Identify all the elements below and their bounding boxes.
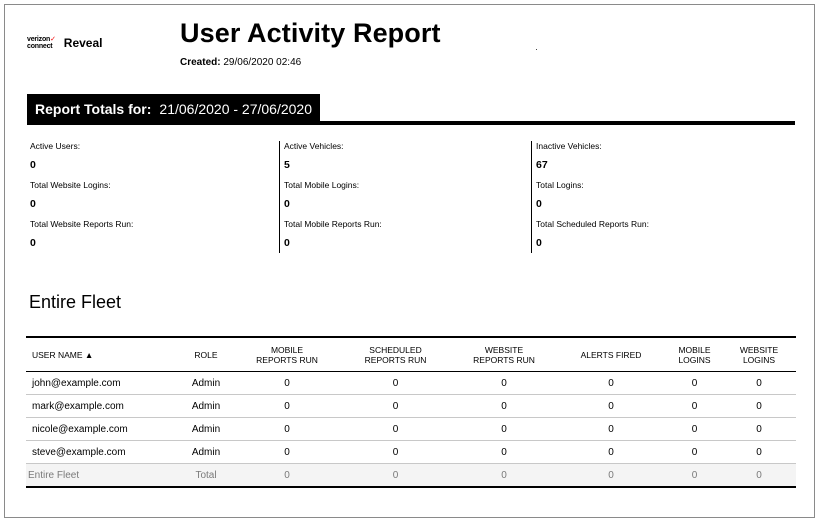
cell-role: Admin <box>176 440 236 464</box>
created-value: 29/06/2020 02:46 <box>223 57 302 68</box>
cell-alerts: 0 <box>555 394 667 418</box>
cell-role: Admin <box>176 417 236 441</box>
table-total-row: Entire Fleet Total 0 0 0 0 0 0 <box>26 463 796 488</box>
cell-mobile-reports: 0 <box>236 371 338 395</box>
cell-website-reports: 0 <box>453 440 555 464</box>
cell-mobile-reports: 0 <box>236 417 338 441</box>
table-row: john@example.com Admin 0 0 0 0 0 0 <box>26 371 796 395</box>
stat-value: 0 <box>536 198 542 210</box>
cell-user: steve@example.com <box>26 440 176 464</box>
cell-scheduled-reports: 0 <box>338 440 453 464</box>
column-header-scheduled-reports[interactable]: SCHEDULED REPORTS RUN <box>338 337 453 372</box>
totals-label: Report Totals for: <box>35 100 152 117</box>
stat-value: 0 <box>30 198 36 210</box>
column-header-role[interactable]: ROLE <box>176 337 236 372</box>
cell-website-reports: 0 <box>453 463 555 488</box>
section-title: Entire Fleet <box>29 292 122 312</box>
cell-mobile-logins: 0 <box>667 440 722 464</box>
cell-scheduled-reports: 0 <box>338 394 453 418</box>
cell-scheduled-reports: 0 <box>338 371 453 395</box>
stat-value: 0 <box>284 198 290 210</box>
column-header-mobile-reports[interactable]: MOBILE REPORTS RUN <box>236 337 338 372</box>
brand-line1: verizon <box>27 36 51 43</box>
stats-column-2: Active Vehicles: 5 Total Mobile Logins: … <box>279 141 382 253</box>
cell-scheduled-reports: 0 <box>338 463 453 488</box>
cell-user: Entire Fleet <box>26 463 176 488</box>
cell-website-reports: 0 <box>453 371 555 395</box>
brand-line2: connect <box>27 43 53 50</box>
cell-website-reports: 0 <box>453 417 555 441</box>
check-icon: ✓ <box>50 36 56 43</box>
totals-divider <box>27 121 795 125</box>
cell-scheduled-reports: 0 <box>338 417 453 441</box>
column-header-user-name[interactable]: USER NAME ▲ <box>26 337 176 372</box>
cell-mobile-reports: 0 <box>236 463 338 488</box>
stat-label: Inactive Vehicles: <box>536 141 602 151</box>
cell-mobile-reports: 0 <box>236 440 338 464</box>
cell-alerts: 0 <box>555 371 667 395</box>
cell-website-reports: 0 <box>453 394 555 418</box>
user-activity-table: USER NAME ▲ ROLE MOBILE REPORTS RUN SCHED… <box>26 336 796 488</box>
report-totals-banner: Report Totals for: 21/06/2020 - 27/06/20… <box>27 94 320 123</box>
cell-mobile-reports: 0 <box>236 394 338 418</box>
table-row: steve@example.com Admin 0 0 0 0 0 0 <box>26 440 796 464</box>
cell-role: Admin <box>176 371 236 395</box>
report-page: verizon✓ connect Reveal User Activity Re… <box>4 4 815 518</box>
brand-mark: verizon✓ connect <box>27 36 56 50</box>
cell-mobile-logins: 0 <box>667 463 722 488</box>
stat-value: 0 <box>284 237 290 249</box>
stat-label: Active Users: <box>30 141 81 151</box>
table-header-row: USER NAME ▲ ROLE MOBILE REPORTS RUN SCHED… <box>26 337 796 372</box>
stat-label: Total Mobile Reports Run: <box>284 219 382 229</box>
table-row: nicole@example.com Admin 0 0 0 0 0 0 <box>26 417 796 441</box>
cell-alerts: 0 <box>555 417 667 441</box>
stray-dot <box>536 49 537 50</box>
verizon-connect-logo: verizon✓ connect Reveal <box>27 36 102 50</box>
stats-column-3: Inactive Vehicles: 67 Total Logins: 0 To… <box>531 141 649 253</box>
cell-mobile-logins: 0 <box>667 371 722 395</box>
table-row: mark@example.com Admin 0 0 0 0 0 0 <box>26 394 796 418</box>
page-title: User Activity Report <box>180 18 441 48</box>
cell-user: nicole@example.com <box>26 417 176 441</box>
column-header-website-reports[interactable]: WEBSITE REPORTS RUN <box>453 337 555 372</box>
stat-value: 0 <box>536 237 542 249</box>
stat-label: Total Scheduled Reports Run: <box>536 219 649 229</box>
product-name: Reveal <box>63 36 103 50</box>
stat-value: 5 <box>284 159 290 171</box>
cell-website-logins: 0 <box>722 417 796 441</box>
column-header-alerts[interactable]: ALERTS FIRED <box>555 337 667 372</box>
cell-user: john@example.com <box>26 371 176 395</box>
cell-role: Total <box>176 463 236 488</box>
created-label: Created: <box>180 57 221 68</box>
created-line: Created: 29/06/2020 02:46 <box>180 57 301 68</box>
stat-value: 67 <box>536 159 548 171</box>
stat-label: Total Website Logins: <box>30 180 111 190</box>
column-header-mobile-logins[interactable]: MOBILE LOGINS <box>667 337 722 372</box>
stats-column-1: Active Users: 0 Total Website Logins: 0 … <box>30 141 133 253</box>
cell-alerts: 0 <box>555 440 667 464</box>
cell-user: mark@example.com <box>26 394 176 418</box>
cell-mobile-logins: 0 <box>667 394 722 418</box>
cell-mobile-logins: 0 <box>667 417 722 441</box>
stat-label: Total Website Reports Run: <box>30 219 134 229</box>
stat-label: Active Vehicles: <box>284 141 344 151</box>
cell-website-logins: 0 <box>722 371 796 395</box>
stat-label: Total Mobile Logins: <box>284 180 360 190</box>
totals-date-range: 21/06/2020 - 27/06/2020 <box>159 100 312 117</box>
stat-value: 0 <box>30 237 36 249</box>
column-header-website-logins[interactable]: WEBSITE LOGINS <box>722 337 796 372</box>
stat-value: 0 <box>30 159 36 171</box>
cell-alerts: 0 <box>555 463 667 488</box>
cell-website-logins: 0 <box>722 440 796 464</box>
stat-label: Total Logins: <box>536 180 584 190</box>
cell-website-logins: 0 <box>722 394 796 418</box>
cell-role: Admin <box>176 394 236 418</box>
cell-website-logins: 0 <box>722 463 796 488</box>
